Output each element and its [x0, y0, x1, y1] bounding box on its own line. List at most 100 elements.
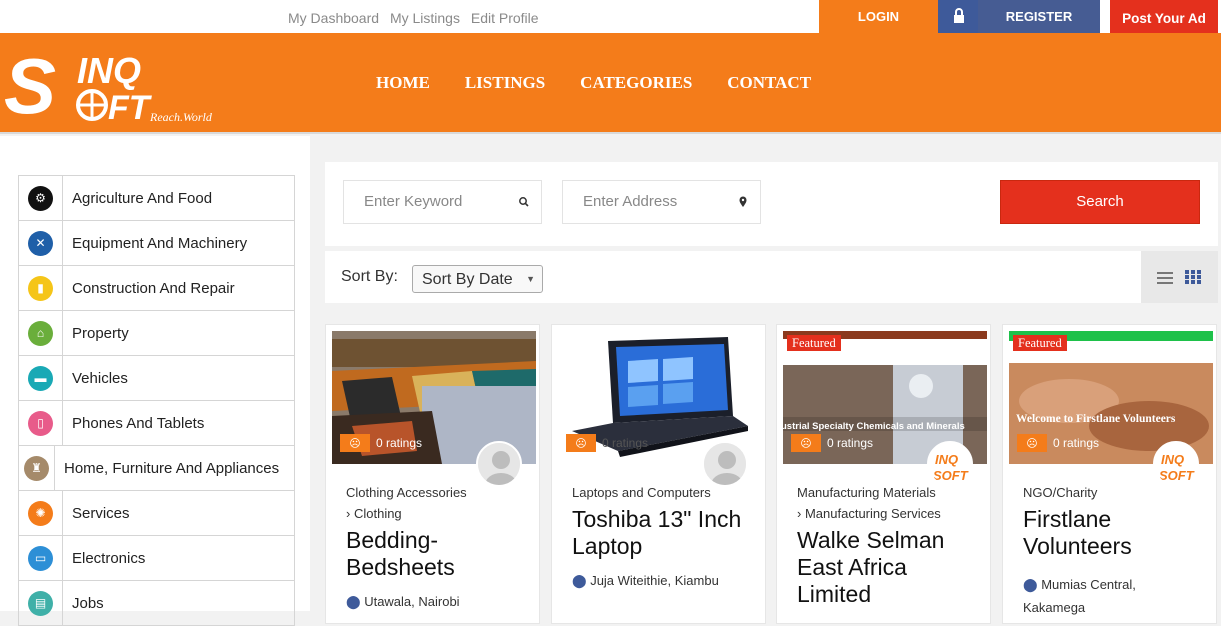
- category-item[interactable]: ♜ Home, Furniture And Appliances: [19, 446, 294, 491]
- listing-title[interactable]: Walke Selman East Africa Limited: [797, 527, 987, 608]
- caret-down-icon: ▼: [526, 274, 535, 284]
- category-sidebar: ⚙ Agriculture And Food ✕ Equipment And Mach…: [0, 136, 310, 626]
- register-button[interactable]: REGISTER: [978, 0, 1100, 33]
- crane-icon: ▮: [28, 275, 53, 301]
- category-icon-cell: ▮: [19, 266, 63, 310]
- listing-card[interactable]: ☹ 0 ratings Clothing Accessories › Cloth…: [325, 324, 540, 624]
- listing-category[interactable]: Laptops and Computers: [572, 485, 711, 500]
- rating-face-icon: ☹: [566, 434, 596, 452]
- avatar[interactable]: [702, 441, 748, 487]
- category-label: Electronics: [72, 549, 146, 567]
- map-marker-icon: ⬤: [1023, 577, 1038, 592]
- category-icon-cell: ♜: [19, 446, 55, 490]
- category-icon-cell: ⌂: [19, 311, 63, 355]
- phone-icon: ▯: [28, 410, 53, 436]
- my-listings-link[interactable]: My Listings: [390, 10, 460, 26]
- rating-badge: ☹ 0 ratings: [340, 434, 422, 452]
- map-marker-icon: ⬤: [572, 573, 587, 588]
- category-item[interactable]: ▬ Vehicles: [19, 356, 294, 401]
- list-view-icon[interactable]: [1157, 271, 1173, 290]
- rating-badge: ☹ 0 ratings: [566, 434, 648, 452]
- sort-label: Sort By:: [341, 268, 398, 285]
- subcategory-label: Manufacturing Services: [804, 506, 941, 521]
- avatar[interactable]: INQ SOFT: [927, 441, 973, 487]
- nav-home[interactable]: HOME: [376, 73, 430, 93]
- category-item[interactable]: ⚙ Agriculture And Food: [19, 176, 294, 221]
- svg-text:FT: FT: [108, 89, 153, 127]
- category-label: Agriculture And Food: [72, 189, 213, 207]
- edit-profile-link[interactable]: Edit Profile: [471, 10, 539, 26]
- car-icon: ▬: [28, 365, 53, 391]
- listing-title[interactable]: Bedding-Bedsheets: [346, 527, 536, 581]
- category-label: Jobs: [72, 594, 104, 612]
- my-dashboard-link[interactable]: My Dashboard: [288, 10, 379, 26]
- view-toggle: [1141, 251, 1218, 303]
- rating-count: 0 ratings: [827, 436, 874, 450]
- svg-text:S: S: [4, 43, 56, 128]
- location-label: Utawala, Nairobi: [364, 594, 460, 609]
- grid-view-icon[interactable]: [1185, 270, 1201, 289]
- site-header: S INQ FT Reach.World HOME LISTINGS CATEG…: [0, 33, 1221, 134]
- post-your-ad-button[interactable]: Post Your Ad: [1110, 0, 1218, 33]
- rating-face-icon: ☹: [1017, 434, 1047, 452]
- chevron-right-icon: ›: [346, 506, 351, 521]
- sort-select[interactable]: Sort By Date ▼: [412, 265, 543, 293]
- listing-card[interactable]: Welcome to Firstlane Volunteers Featured…: [1002, 324, 1217, 624]
- search-panel: Enter Keyword Enter Address Search: [325, 162, 1218, 246]
- svg-text:INQ: INQ: [77, 50, 141, 91]
- listing-category[interactable]: Clothing Accessories: [346, 485, 467, 500]
- keyword-placeholder: Enter Keyword: [364, 193, 463, 210]
- category-icon-cell: ⚙: [19, 176, 63, 220]
- monitor-icon: ▭: [28, 545, 53, 571]
- tools-icon: ✕: [28, 230, 53, 256]
- listing-subcategory[interactable]: › Clothing: [346, 506, 402, 521]
- category-label: Services: [72, 504, 130, 522]
- category-label: Property: [72, 324, 129, 342]
- login-button[interactable]: LOGIN: [819, 0, 938, 33]
- category-item[interactable]: ✕ Equipment And Machinery: [19, 221, 294, 266]
- category-item[interactable]: ▭ Electronics: [19, 536, 294, 581]
- nav-contact[interactable]: CONTACT: [727, 73, 811, 93]
- category-item[interactable]: ▤ Jobs: [19, 581, 294, 626]
- category-item[interactable]: ⌂ Property: [19, 311, 294, 356]
- category-icon-cell: ▤: [19, 581, 63, 625]
- site-logo[interactable]: S INQ FT Reach.World: [2, 42, 227, 133]
- top-bar: My Dashboard My Listings Edit Profile LO…: [0, 0, 1221, 33]
- nav-categories[interactable]: CATEGORIES: [580, 73, 692, 93]
- listing-location: ⬤ Mumias Central, Kakamega: [1023, 573, 1173, 619]
- category-label: Vehicles: [72, 369, 128, 387]
- avatar[interactable]: INQ SOFT: [1153, 441, 1199, 487]
- category-item[interactable]: ▮ Construction And Repair: [19, 266, 294, 311]
- sort-selected-value: Sort By Date: [422, 271, 513, 288]
- category-label: Construction And Repair: [72, 279, 235, 297]
- listing-category[interactable]: Manufacturing Materials: [797, 485, 936, 500]
- listing-card[interactable]: ustrial Specialty Chemicals and Minerals…: [776, 324, 991, 624]
- address-placeholder: Enter Address: [583, 193, 678, 210]
- listing-title[interactable]: Toshiba 13" Inch Laptop: [572, 506, 762, 560]
- category-label: Home, Furniture And Appliances: [64, 459, 280, 477]
- svg-text:Welcome to Firstlane Volunteer: Welcome to Firstlane Volunteers: [1016, 413, 1176, 425]
- services-gear-icon: ✺: [28, 500, 53, 526]
- subcategory-label: Clothing: [353, 506, 402, 521]
- furniture-icon: ♜: [24, 455, 49, 481]
- briefcase-icon: ▤: [28, 590, 53, 616]
- category-icon-cell: ▭: [19, 536, 63, 580]
- listing-title[interactable]: Firstlane Volunteers: [1023, 506, 1213, 560]
- category-item[interactable]: ✺ Services: [19, 491, 294, 536]
- featured-badge: Featured: [1013, 335, 1067, 351]
- category-label: Equipment And Machinery: [72, 234, 248, 252]
- category-label: Phones And Tablets: [72, 414, 205, 432]
- listing-location: ⬤ Utawala, Nairobi: [346, 594, 460, 610]
- listing-category[interactable]: NGO/Charity: [1023, 485, 1097, 500]
- rating-face-icon: ☹: [791, 434, 821, 452]
- user-links: My Dashboard My Listings Edit Profile: [288, 10, 546, 26]
- avatar[interactable]: [476, 441, 522, 487]
- listing-subcategory[interactable]: › Manufacturing Services: [797, 506, 941, 521]
- address-input[interactable]: Enter Address: [562, 180, 761, 224]
- category-icon-cell: ✕: [19, 221, 63, 265]
- nav-listings[interactable]: LISTINGS: [465, 73, 545, 93]
- listing-card[interactable]: ☹ 0 ratings Laptops and Computers Toshib…: [551, 324, 766, 624]
- category-item[interactable]: ▯ Phones And Tablets: [19, 401, 294, 446]
- keyword-input[interactable]: Enter Keyword: [343, 180, 542, 224]
- search-button[interactable]: Search: [1000, 180, 1200, 224]
